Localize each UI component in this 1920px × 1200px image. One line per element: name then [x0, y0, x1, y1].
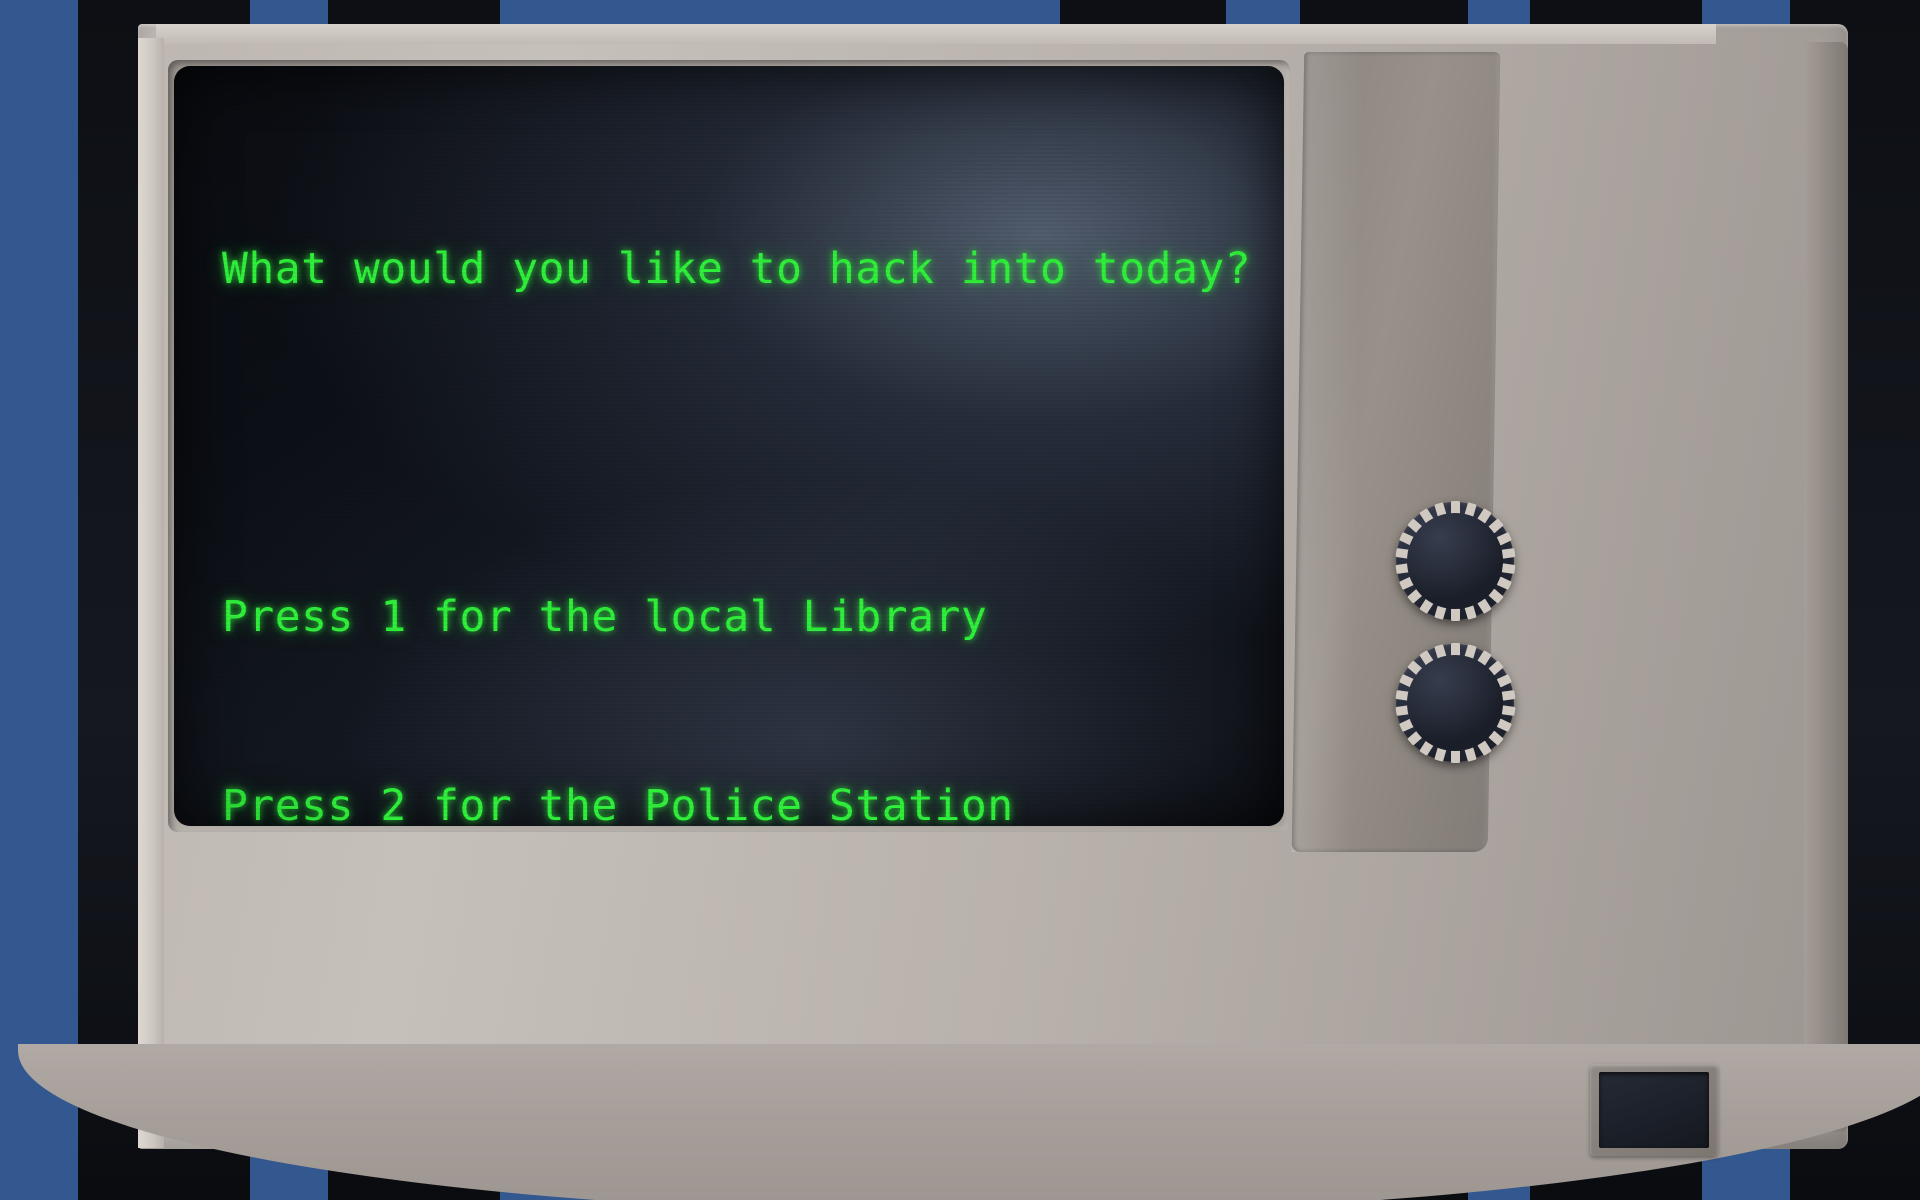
crt-monitor: What would you like to hack into today? … — [18, 24, 1920, 1200]
retro-terminal-scene: What would you like to hack into today? … — [0, 0, 1920, 1200]
terminal-line-option-2: Press 2 for the Police Station — [222, 781, 1014, 826]
terminal-text: What would you like to hack into today? … — [222, 112, 1264, 826]
monitor-case-left-bevel — [138, 38, 164, 1148]
knob-notch — [1500, 548, 1516, 559]
lower-knob-face — [1407, 655, 1503, 751]
knob-notch — [1500, 690, 1516, 701]
knob-notch — [1450, 608, 1460, 621]
monitor-case-right-edge — [1804, 42, 1848, 1132]
upper-knob[interactable] — [1394, 501, 1516, 621]
power-button[interactable] — [1590, 1064, 1718, 1156]
lower-knob[interactable] — [1394, 643, 1516, 763]
monitor-case-top-edge — [156, 24, 1716, 44]
knob-notch — [1500, 563, 1516, 574]
panel-highlight — [1291, 52, 1365, 852]
terminal-line-option-1: Press 1 for the local Library — [222, 592, 988, 642]
upper-knob-face — [1407, 513, 1503, 609]
knob-notch — [1500, 705, 1516, 716]
knob-notch — [1450, 750, 1460, 763]
crt-screen: What would you like to hack into today? … — [174, 66, 1284, 826]
terminal-line-prompt-question: What would you like to hack into today? — [222, 244, 1252, 294]
power-button-face — [1599, 1072, 1709, 1148]
